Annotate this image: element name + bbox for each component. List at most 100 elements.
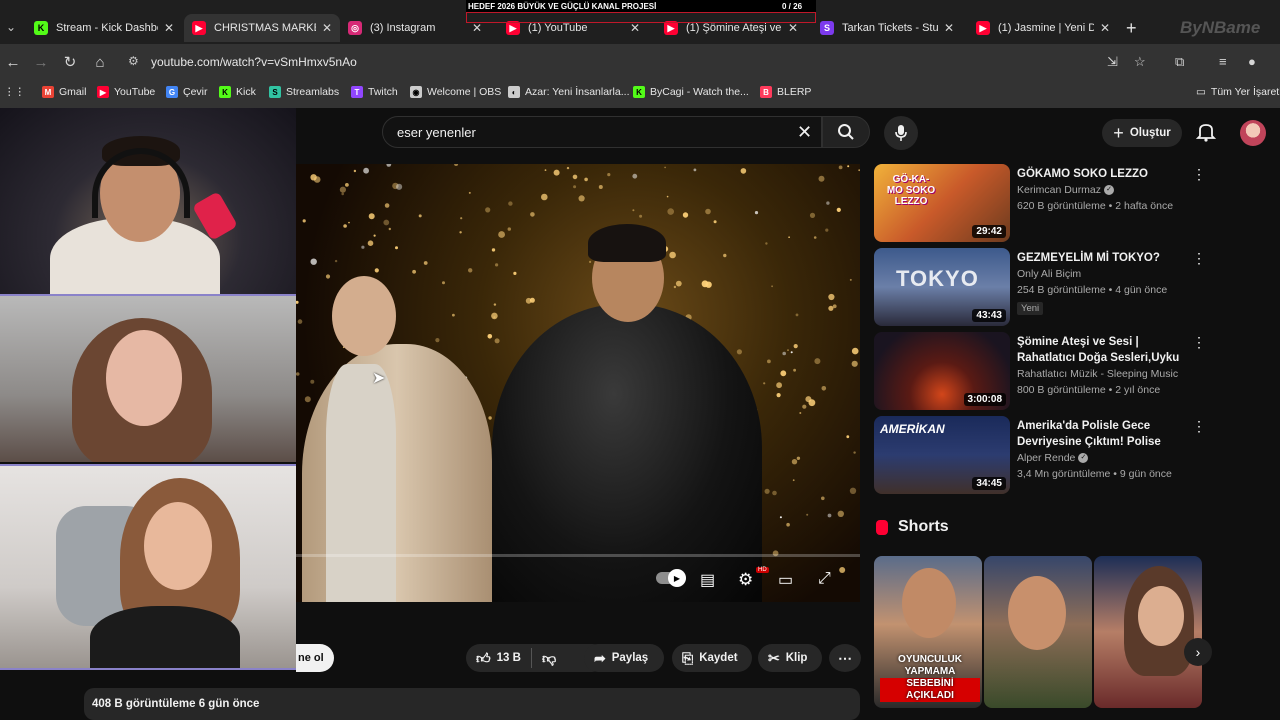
shorts-logo-icon (876, 519, 888, 535)
bookmark-streamlabs[interactable]: S Streamlabs (269, 86, 339, 98)
bokeh-light (334, 259, 338, 263)
more-vert-icon[interactable]: ⋮ (1192, 418, 1206, 435)
create-button[interactable]: + Oluştur (1102, 119, 1182, 147)
install-app-icon[interactable]: ⇲ (1107, 54, 1118, 70)
video-title[interactable]: GEZMEYELİM Mİ TOKYO? (1017, 250, 1183, 266)
bokeh-light (302, 219, 306, 223)
more-actions-button[interactable]: ⋯ (829, 644, 861, 672)
tab-close-icon[interactable]: ✕ (630, 21, 640, 35)
notifications-bell-icon[interactable] (1196, 122, 1216, 142)
video-title[interactable]: GÖKAMO SOKO LEZZO (1017, 166, 1183, 182)
video-thumbnail[interactable]: TOKYO 43:43 (874, 248, 1010, 326)
tab-search-chevron-icon[interactable]: ⌄ (0, 16, 22, 38)
bookmark-cevir[interactable]: G Çevir (166, 86, 208, 98)
bookmark-obs[interactable]: ◉ Welcome | OBS (410, 86, 501, 98)
channel-name[interactable]: Only Ali Biçim (1017, 268, 1081, 280)
reload-icon[interactable]: ↻ (61, 53, 79, 71)
apps-grid-icon[interactable]: ⋮⋮ (4, 86, 25, 98)
theater-mode-icon[interactable]: ▭ (778, 570, 793, 590)
extensions-puzzle-icon[interactable]: ⧉ (1175, 54, 1184, 70)
search-input[interactable]: eser yenenler (397, 125, 476, 140)
fullscreen-icon[interactable]: ⤢ (818, 570, 831, 588)
site-info-icon[interactable]: ⚙ (128, 54, 139, 68)
clip-button[interactable]: ✂ Klip (758, 644, 822, 672)
bookmark-star-icon[interactable]: ☆ (1134, 54, 1146, 70)
bookmark-blerp[interactable]: B BLERP (760, 86, 811, 98)
bookmark-twitch[interactable]: T Twitch (351, 86, 398, 98)
short-video[interactable]: OYUNCULUK YAPMAMA SEBEBİNİ AÇIKLADI (874, 556, 982, 708)
bookmark-kick[interactable]: K Kick (219, 86, 256, 98)
recommended-video[interactable]: 3:00:08 Şömine Ateşi ve Sesi | Rahatlatı… (874, 332, 1214, 412)
bokeh-light (459, 231, 462, 234)
more-vert-icon[interactable]: ⋮ (1192, 166, 1206, 183)
short-video[interactable] (984, 556, 1092, 708)
bokeh-light (488, 416, 492, 420)
settings-gear-icon[interactable]: ⚙ (738, 570, 753, 590)
subtitles-icon[interactable]: ▤ (700, 570, 715, 590)
bookmark-label: ByCagi - Watch the... (650, 86, 749, 98)
like-button[interactable]: 👍︎ 13 B (466, 650, 531, 667)
autoplay-toggle[interactable]: ▶ (656, 569, 686, 587)
url-text[interactable]: youtube.com/watch?v=vSmHmxv5nAo (151, 55, 357, 69)
new-tab-plus-icon[interactable]: + (1126, 18, 1137, 39)
bokeh-light (786, 522, 790, 527)
bokeh-light (374, 268, 379, 273)
bokeh-light (639, 214, 643, 218)
search-button[interactable] (822, 116, 870, 148)
channel-name[interactable]: Alper Rende ✓ (1017, 452, 1089, 464)
tab-close-icon[interactable]: ✕ (1100, 21, 1110, 35)
tab-jasmine[interactable]: ▶ (1) Jasmine | Yeni Dizi ✕ (968, 14, 1118, 42)
more-vert-icon[interactable]: ⋮ (1192, 334, 1206, 351)
media-control-icon[interactable]: ≡ (1219, 54, 1227, 69)
all-bookmarks-folder[interactable]: ▭ Tüm Yer İşaretl (1196, 86, 1280, 98)
video-title[interactable]: Amerika'da Polisle Gece Devriyesine Çıkt… (1017, 418, 1183, 450)
bookmark-gmail[interactable]: M Gmail (42, 86, 86, 98)
video-title[interactable]: Şömine Ateşi ve Sesi | Rahatlatıcı Doğa … (1017, 334, 1183, 366)
recommended-video[interactable]: GÖ-KA-MO SOKO LEZZO 29:42 GÖKAMO SOKO LE… (874, 164, 1214, 244)
short-video[interactable] (1094, 556, 1202, 708)
tab-close-icon[interactable]: ✕ (472, 21, 482, 35)
scissors-icon: ✂ (768, 649, 780, 666)
channel-name[interactable]: Rahatlatıcı Müzik - Sleeping Music (1017, 368, 1178, 380)
description-box[interactable]: 408 B görüntüleme 6 gün önce (84, 688, 860, 720)
forward-arrow-icon[interactable]: → (32, 53, 50, 71)
bookmark-label: YouTube (114, 86, 156, 98)
home-icon[interactable]: ⌂ (91, 53, 109, 71)
clear-search-icon[interactable]: ✕ (797, 122, 812, 143)
tab-close-icon[interactable]: ✕ (788, 21, 798, 35)
video-thumbnail[interactable]: 3:00:08 (874, 332, 1010, 410)
chevron-right-icon[interactable]: › (1184, 638, 1212, 666)
video-progress-bar[interactable] (296, 554, 860, 557)
bookmark-youtube[interactable]: ▶ YouTube (97, 86, 155, 98)
account-avatar[interactable] (1240, 120, 1266, 146)
profile-icon[interactable]: ● (1248, 54, 1256, 69)
bookmark-bycagi[interactable]: K ByCagi - Watch the... (633, 86, 749, 98)
video-player[interactable]: ➤ ▶ ▤ ⚙ HD ▭ ⤢ (296, 164, 860, 602)
back-arrow-icon[interactable]: ← (4, 53, 22, 71)
youtube-icon: ▶ (192, 21, 206, 35)
subscribe-button[interactable]: ne ol (296, 644, 334, 672)
dislike-button[interactable]: 👎︎ (532, 650, 566, 667)
bokeh-light (754, 211, 759, 215)
tab-christmas-market[interactable]: ▶ CHRISTMAS MARKET V ✕ (184, 14, 340, 42)
recommended-video[interactable]: TOKYO 43:43 GEZMEYELİM Mİ TOKYO? Only Al… (874, 248, 1214, 328)
bookmark-azar[interactable]: ◐ Azar: Yeni İnsanlarla... (508, 86, 629, 98)
tab-tarkan-tickets[interactable]: S Tarkan Tickets - StubH ✕ (812, 14, 962, 42)
search-box[interactable]: eser yenenler ✕ (382, 116, 822, 148)
more-vert-icon[interactable]: ⋮ (1192, 250, 1206, 267)
video-thumbnail[interactable]: AMERİKAN 34:45 (874, 416, 1010, 494)
caption-line: SEBEBİNİ AÇIKLADI (880, 678, 980, 702)
bokeh-light (795, 313, 799, 317)
voice-search-button[interactable] (884, 116, 918, 150)
recommended-video[interactable]: AMERİKAN 34:45 Amerika'da Polisle Gece D… (874, 416, 1214, 496)
video-thumbnail[interactable]: GÖ-KA-MO SOKO LEZZO 29:42 (874, 164, 1010, 242)
address-bar[interactable]: ⚙ youtube.com/watch?v=vSmHmxv5nAo (120, 48, 1170, 76)
channel-name[interactable]: Kerimcan Durmaz ✓ (1017, 184, 1115, 196)
save-button[interactable]: ⎘ Kaydet (672, 644, 752, 672)
tab-kick-dashboard[interactable]: K Stream - Kick Dashboa ✕ (26, 14, 182, 42)
tab-close-icon[interactable]: ✕ (944, 21, 954, 35)
tab-close-icon[interactable]: ✕ (164, 21, 174, 35)
bokeh-light (723, 253, 727, 258)
share-button[interactable]: ➦ Paylaş (584, 644, 664, 672)
tab-close-icon[interactable]: ✕ (322, 21, 332, 35)
